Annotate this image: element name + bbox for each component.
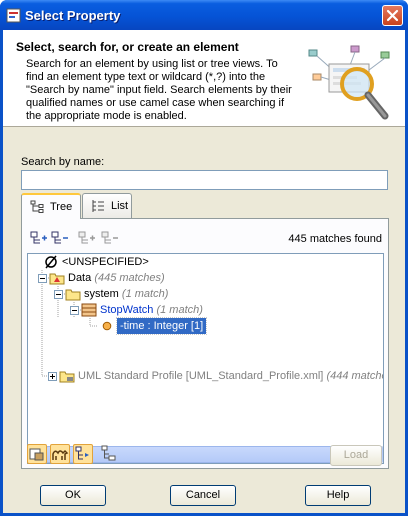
search-label: Search by name: <box>21 156 105 168</box>
tree-tab-panel: 445 matches found <UNSPECIFIED> Data (44… <box>21 218 389 469</box>
header-title: Select, search for, or create an element <box>16 40 239 54</box>
collapse-all-icon[interactable] <box>51 230 69 246</box>
tree-item-label: system <box>84 288 119 300</box>
qualified-names-icon <box>101 445 116 461</box>
dialog-header: Select, search for, or create an element… <box>3 30 405 127</box>
toggle-camel-case-button[interactable] <box>50 444 70 464</box>
auto-expand-icon <box>75 446 89 460</box>
profile-package-icon <box>59 371 75 383</box>
close-icon <box>386 9 399 22</box>
dialog-window: Select Property Select, search for, or c… <box>0 0 408 516</box>
match-count: (445 matches) <box>94 272 165 284</box>
collapse-selected-icon[interactable] <box>101 230 119 246</box>
cancel-button[interactable]: Cancel <box>170 485 236 506</box>
ok-button[interactable]: OK <box>40 485 106 506</box>
toggle-auto-expand-button[interactable] <box>73 444 93 464</box>
dialog-body: Select, search for, or create an element… <box>3 30 405 513</box>
tab-list[interactable]: List <box>82 193 132 218</box>
collapse-toggle-icon[interactable] <box>38 274 47 283</box>
app-icon <box>6 8 21 23</box>
element-tree[interactable]: <UNSPECIFIED> Data (445 matches) system … <box>27 253 384 464</box>
load-button[interactable]: Load <box>330 445 382 466</box>
collapse-toggle-icon[interactable] <box>54 290 63 299</box>
expand-selected-icon[interactable] <box>78 230 96 246</box>
package-folder-icon <box>65 289 81 301</box>
data-package-icon <box>49 273 65 285</box>
tree-item-label: Data <box>68 272 92 284</box>
match-count: (1 match) <box>121 288 169 300</box>
tree-view-icon <box>30 200 44 213</box>
unspecified-icon <box>45 255 57 269</box>
property-icon <box>102 321 112 331</box>
expand-toggle-icon[interactable] <box>48 372 57 381</box>
help-button[interactable]: Help <box>305 485 371 506</box>
tree-item-label: <UNSPECIFIED> <box>62 256 149 268</box>
close-button[interactable] <box>382 5 403 26</box>
match-count: (1 match) <box>156 304 203 316</box>
class-icon <box>81 303 97 317</box>
tree-item-label: StopWatch <box>100 304 154 316</box>
title-bar[interactable]: Select Property <box>0 0 408 30</box>
magnifier-illustration-icon <box>308 45 390 120</box>
toggle-show-elements-button[interactable] <box>27 444 47 464</box>
match-count: (444 matches) <box>326 370 383 382</box>
toggle-qualified-names-button[interactable] <box>100 444 120 464</box>
tree-item-label: UML Standard Profile [UML_Standard_Profi… <box>78 370 324 382</box>
window-title: Select Property <box>25 8 121 23</box>
tab-tree-label: Tree <box>50 201 73 213</box>
header-description: Search for an element by using list or t… <box>26 58 292 122</box>
tab-list-label: List <box>111 200 129 212</box>
search-input[interactable] <box>21 170 388 190</box>
matches-count: 445 matches found <box>288 233 382 245</box>
camel-icon <box>52 449 69 460</box>
collapse-toggle-icon[interactable] <box>70 306 79 315</box>
list-view-icon <box>92 200 104 212</box>
expand-all-icon[interactable] <box>30 230 48 246</box>
tab-tree[interactable]: Tree <box>21 193 81 219</box>
show-elements-icon <box>29 448 44 461</box>
tree-item-label-selected: -time : Integer [1] <box>115 317 208 335</box>
